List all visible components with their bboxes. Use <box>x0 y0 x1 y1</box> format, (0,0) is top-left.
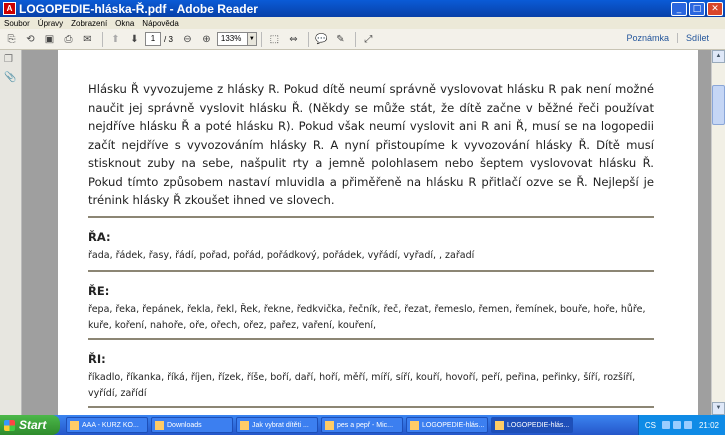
zoom-value: 133% <box>220 34 242 43</box>
attachments-icon[interactable]: 📎 <box>4 72 18 86</box>
full-screen-icon[interactable]: ⤢ <box>360 32 377 47</box>
pdf-page: Hlásku Ř vyvozujeme z hlásky R. Pokud dí… <box>58 50 698 415</box>
taskbar-item[interactable]: Jak vybrat dítěti ... <box>236 417 318 433</box>
page-total: / 3 <box>164 34 173 44</box>
section-heading: ŘI: <box>88 352 106 366</box>
section-ri: ŘI: říkadlo, říkanka, říká, říjen, řízek… <box>88 338 654 401</box>
vertical-scrollbar[interactable]: ▲ ▼ <box>711 50 725 415</box>
windows-logo-icon <box>4 419 15 431</box>
folder-icon <box>155 420 164 430</box>
section-re: ŘE: řepa, řeka, řepánek, řekla, řekl, Ře… <box>88 270 654 333</box>
maximize-button[interactable]: □ <box>689 1 705 16</box>
zoom-out-icon[interactable]: ⊖ <box>179 32 196 47</box>
taskbar-item-active[interactable]: LOGOPEDIE-hlás... <box>491 417 573 433</box>
browser-icon <box>240 420 249 430</box>
section-words: řada, řádek, řasy, řádí, pořad, pořád, p… <box>88 250 475 261</box>
menu-upravy[interactable]: Úpravy <box>34 19 67 28</box>
word-icon <box>325 420 334 430</box>
taskbar: Start AAA - KURZ KO... Downloads Jak vyb… <box>0 415 725 435</box>
section-ra: ŘA: řada, řádek, řasy, řádí, pořad, pořá… <box>88 216 654 264</box>
clock: 21:02 <box>698 420 719 430</box>
pages-panel-icon[interactable]: ❐ <box>4 54 18 68</box>
scroll-thumb[interactable] <box>712 85 725 125</box>
adobe-reader-icon: A <box>3 2 16 15</box>
pdf-icon <box>410 420 419 430</box>
fit-page-icon[interactable]: ⬚ <box>266 32 283 47</box>
toolbar-divider <box>260 31 262 47</box>
share-link[interactable]: Sdílet <box>678 33 717 43</box>
comment-link[interactable]: Poznámka <box>618 33 677 43</box>
email-icon[interactable]: ✉ <box>79 32 96 47</box>
taskbar-item[interactable]: AAA - KURZ KO... <box>66 417 148 433</box>
section-words: řepa, řeka, řepánek, řekla, řekl, Řek, ř… <box>88 304 646 331</box>
section-divider <box>88 406 654 415</box>
taskbar-item[interactable]: pes a pepř - Mic... <box>321 417 403 433</box>
system-tray: CS 21:02 <box>637 415 725 435</box>
section-heading: ŘE: <box>88 284 110 298</box>
section-heading: ŘA: <box>88 230 111 244</box>
start-label: Start <box>19 418 47 432</box>
menu-okna[interactable]: Okna <box>111 19 138 28</box>
toolbar-divider <box>307 31 309 47</box>
toolbar-right-links: Poznámka Sdílet <box>618 33 717 43</box>
language-indicator[interactable]: CS <box>645 421 656 430</box>
menu-soubor[interactable]: Soubor <box>0 19 34 28</box>
open-icon[interactable]: ⟲ <box>22 32 39 47</box>
create-pdf-icon[interactable]: ⎘ <box>3 32 20 47</box>
menu-napoveda[interactable]: Nápověda <box>138 19 182 28</box>
print-icon[interactable]: ⎙ <box>60 32 77 47</box>
menu-zobrazeni[interactable]: Zobrazení <box>67 19 111 28</box>
pdf-icon <box>495 420 504 430</box>
start-button[interactable]: Start <box>0 415 60 435</box>
toolbar: ⎘ ⟲ ▣ ⎙ ✉ ⬆ ⬇ 1 / 3 ⊖ ⊕ 133% ▼ ⬚ ⇔ 💬 ✎ ⤢ … <box>0 29 725 50</box>
save-icon[interactable]: ▣ <box>41 32 58 47</box>
scroll-down-icon[interactable]: ▼ <box>712 402 725 415</box>
section-words: říkadlo, říkanka, říká, říjen, řízek, ří… <box>88 372 636 399</box>
navigation-pane: ❐ 📎 <box>0 50 22 415</box>
highlight-icon[interactable]: ✎ <box>332 32 349 47</box>
antivirus-icon[interactable] <box>683 421 692 429</box>
previous-page-icon[interactable]: ⬆ <box>107 32 124 47</box>
taskbar-item[interactable]: Downloads <box>151 417 233 433</box>
network-icon[interactable] <box>661 421 670 429</box>
comment-icon[interactable]: 💬 <box>313 32 330 47</box>
scroll-up-icon[interactable]: ▲ <box>712 50 725 63</box>
zoom-select[interactable]: 133% ▼ <box>216 32 257 46</box>
document-area: Hlásku Ř vyvozujeme z hlásky R. Pokud dí… <box>22 50 711 415</box>
volume-icon[interactable] <box>672 421 681 429</box>
toolbar-divider <box>354 31 356 47</box>
fit-width-icon[interactable]: ⇔ <box>285 32 302 47</box>
close-button[interactable]: ✕ <box>707 1 723 16</box>
taskbar-item[interactable]: LOGOPEDIE-hlás... <box>406 417 488 433</box>
toolbar-divider <box>102 31 103 47</box>
window-title: LOGOPEDIE-hláska-Ř.pdf - Adobe Reader <box>19 1 258 16</box>
chevron-down-icon: ▼ <box>246 33 256 45</box>
zoom-in-icon[interactable]: ⊕ <box>198 32 215 47</box>
intro-paragraph: Hlásku Ř vyvozujeme z hlásky R. Pokud dí… <box>88 82 654 207</box>
folder-icon <box>70 420 79 430</box>
next-page-icon[interactable]: ⬇ <box>126 32 143 47</box>
minimize-button[interactable]: _ <box>671 1 687 16</box>
page-number-input[interactable]: 1 <box>145 32 161 46</box>
title-bar: A LOGOPEDIE-hláska-Ř.pdf - Adobe Reader … <box>0 0 725 17</box>
menu-bar: Soubor Úpravy Zobrazení Okna Nápověda <box>0 17 725 29</box>
